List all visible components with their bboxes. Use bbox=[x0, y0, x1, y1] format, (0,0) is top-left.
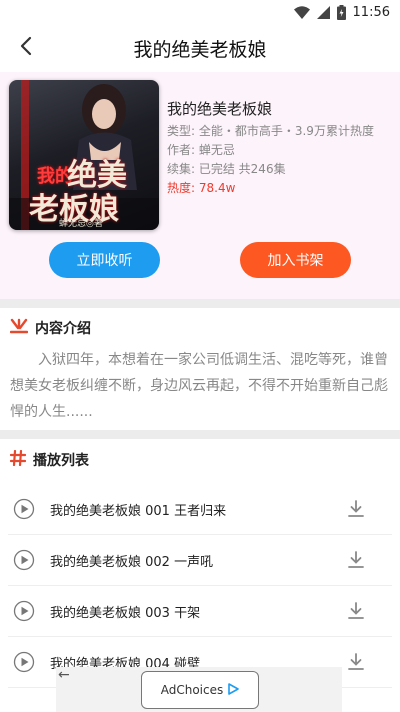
hot-value: 78.4w bbox=[198, 181, 236, 195]
cover-author: 蝉无忌◎著 bbox=[59, 219, 103, 229]
header: 我的绝美老板娘 bbox=[0, 24, 400, 72]
section-divider bbox=[0, 299, 400, 308]
book-info-panel: 我的 绝美 老板娘 蝉无忌◎著 我的绝美老板娘 类型: 全能・都市高手・3.9万… bbox=[0, 72, 400, 299]
section-divider bbox=[0, 430, 400, 439]
intro-text: 入狱四年，本想着在一家公司低调生活、混吃等死，谁曾想美女老板纠缠不断，身边风云再… bbox=[10, 352, 388, 420]
battery-icon bbox=[336, 4, 346, 20]
hot-label: 热度: bbox=[167, 181, 199, 195]
chevron-left-icon bbox=[19, 36, 33, 60]
download-icon[interactable] bbox=[342, 546, 370, 574]
screen: 11:56 我的绝美老板娘 我的 绝美 老板娘 蝉无忌◎著 我的绝美老板娘 类型… bbox=[0, 0, 400, 712]
play-icon[interactable] bbox=[12, 650, 36, 674]
book-author: 作者: 蝉无忌 bbox=[167, 143, 235, 157]
add-to-shelf-button[interactable]: 加入书架 bbox=[240, 242, 351, 278]
playlist: 我的绝美老板娘 001 王者归来 我的绝美老板娘 002 一声吼 我的绝美老板娘… bbox=[0, 484, 400, 688]
back-button[interactable] bbox=[12, 34, 40, 62]
adchoices-icon bbox=[227, 682, 240, 698]
book-episodes: 续集: 已完结 共246集 bbox=[167, 162, 286, 176]
track-row[interactable]: 我的绝美老板娘 001 王者归来 bbox=[8, 484, 392, 535]
track-row[interactable]: 我的绝美老板娘 003 干架 bbox=[8, 586, 392, 637]
ad-back-arrow[interactable]: ← bbox=[58, 667, 70, 683]
download-icon[interactable] bbox=[342, 597, 370, 625]
listen-now-button[interactable]: 立即收听 bbox=[49, 242, 160, 278]
track-name: 我的绝美老板娘 003 干架 bbox=[50, 605, 201, 621]
adchoices-button[interactable]: AdChoices bbox=[141, 671, 259, 709]
download-icon[interactable] bbox=[342, 648, 370, 676]
track-name: 我的绝美老板娘 002 一声吼 bbox=[50, 554, 214, 570]
intro-title: 内容介绍 bbox=[35, 321, 91, 337]
play-icon[interactable] bbox=[12, 497, 36, 521]
intro-header: 内容介绍 bbox=[0, 308, 400, 348]
track-row[interactable]: 我的绝美老板娘 002 一声吼 bbox=[8, 535, 392, 586]
book-title: 我的绝美老板娘 bbox=[167, 100, 273, 118]
playlist-header: 播放列表 bbox=[0, 440, 400, 480]
book-details: 我的绝美老板娘 类型: 全能・都市高手・3.9万累计热度 作者: 蝉无忌 续集:… bbox=[167, 98, 395, 198]
book-type: 类型: 全能・都市高手・3.9万累计热度 bbox=[167, 124, 374, 138]
wifi-icon bbox=[293, 5, 310, 19]
hash-icon bbox=[9, 449, 27, 470]
status-time: 11:56 bbox=[352, 4, 390, 20]
play-icon[interactable] bbox=[12, 548, 36, 572]
play-icon[interactable] bbox=[12, 599, 36, 623]
download-icon[interactable] bbox=[342, 495, 370, 523]
signal-icon bbox=[316, 5, 330, 19]
playlist-title: 播放列表 bbox=[33, 453, 89, 469]
intro-icon bbox=[9, 318, 29, 338]
adchoices-label: AdChoices bbox=[160, 683, 224, 697]
book-hotness: 热度: 78.4w bbox=[167, 179, 395, 198]
status-bar: 11:56 bbox=[0, 0, 400, 24]
track-name: 我的绝美老板娘 001 王者归来 bbox=[50, 503, 227, 519]
page-title: 我的绝美老板娘 bbox=[133, 38, 267, 61]
book-cover[interactable]: 我的 绝美 老板娘 蝉无忌◎著 bbox=[9, 80, 159, 230]
